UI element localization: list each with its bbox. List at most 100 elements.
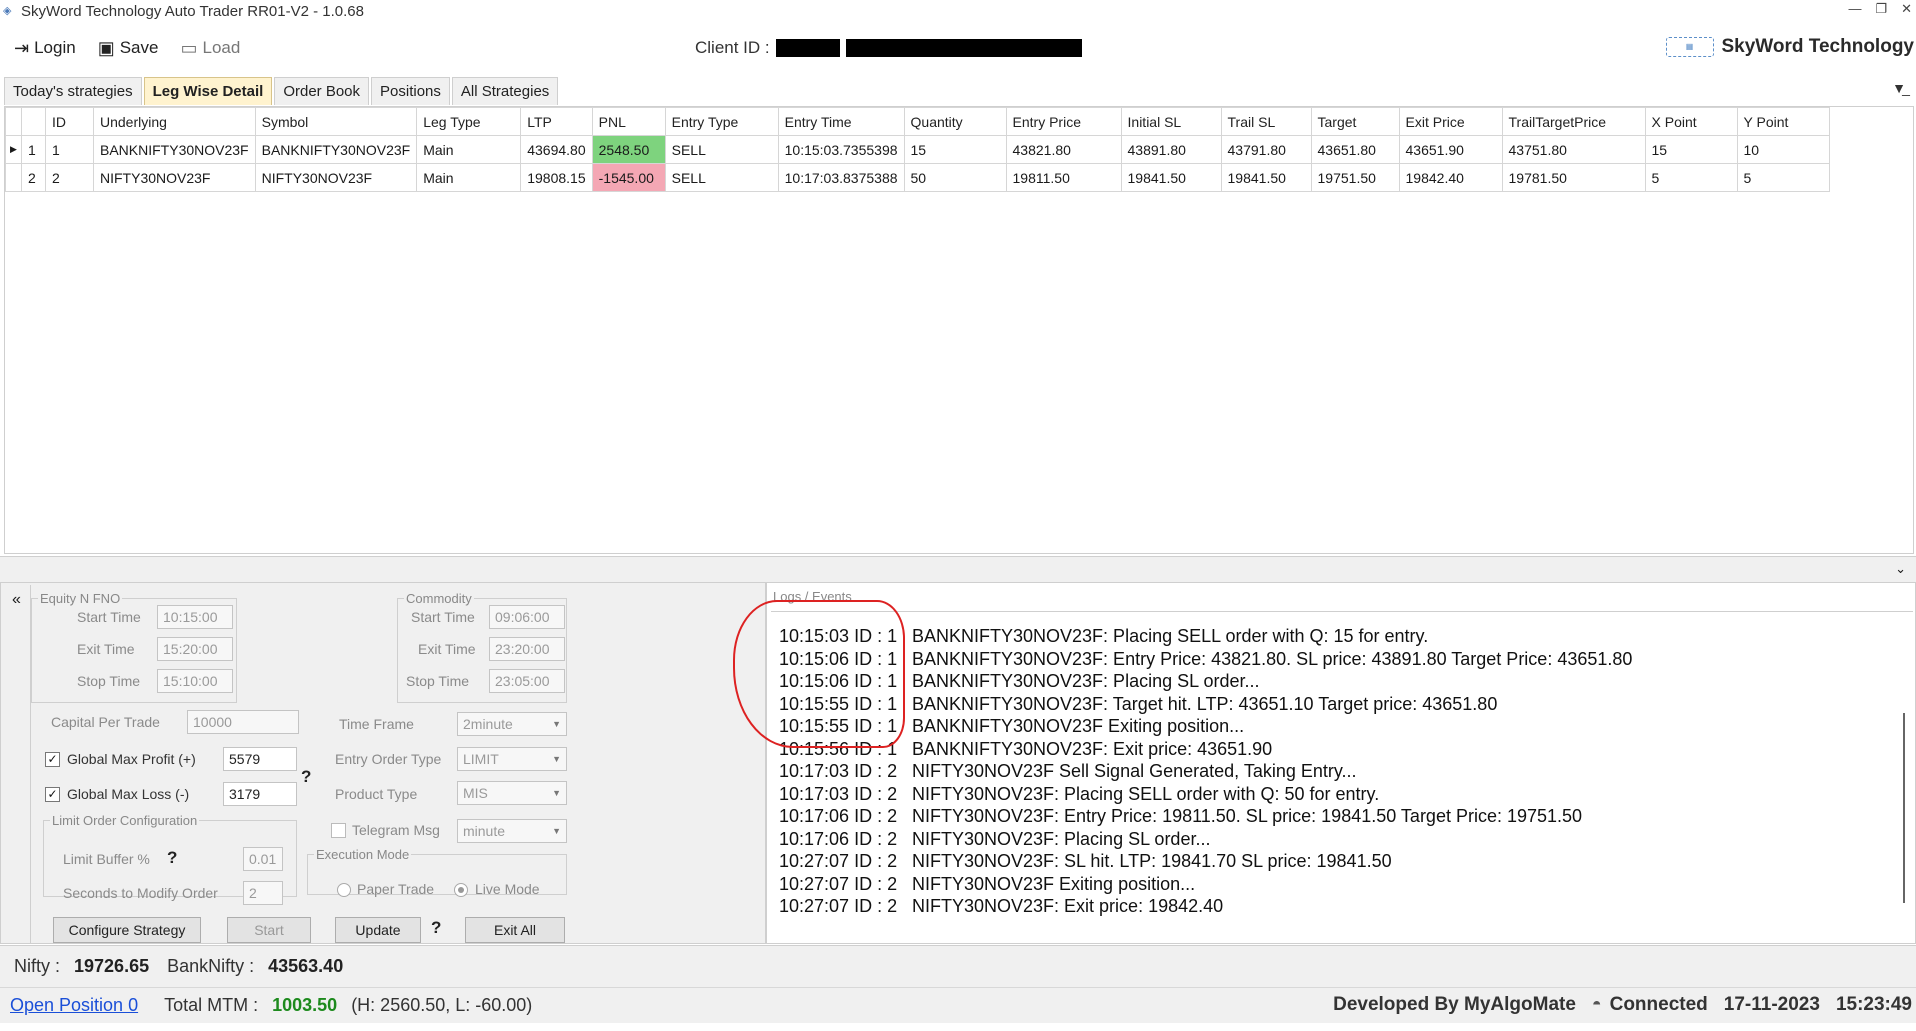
capital-per-trade-input[interactable]: 10000 [187,710,299,734]
table-row[interactable]: 2 2 NIFTY30NOV23F NIFTY30NOV23F Main 198… [5,163,1830,192]
tab-order-book[interactable]: Order Book [274,77,370,105]
cell-trail-sl[interactable]: 43791.80 [1220,135,1312,164]
column-header[interactable]: Trail SL [1220,107,1312,136]
panel-splitter[interactable]: ⌄ [0,556,1916,582]
cell-target[interactable]: 19751.50 [1310,163,1400,192]
column-header[interactable]: LTP [520,107,593,136]
cell-leg-type[interactable]: Main [416,135,522,164]
cell-trail-target-price[interactable]: 43751.80 [1501,135,1646,164]
equity-stop-time-input[interactable]: 15:10:00 [157,669,233,693]
column-header[interactable]: Target [1310,107,1400,136]
column-header[interactable]: Entry Type [664,107,779,136]
tab-leg-wise-detail[interactable]: Leg Wise Detail [143,77,273,105]
column-header[interactable]: X Point [1644,107,1738,136]
configure-strategy-button[interactable]: Configure Strategy [53,917,201,943]
help-icon[interactable]: ? [167,848,177,868]
cell-exit-price[interactable]: 43651.90 [1398,135,1503,164]
cell-initial-sl[interactable]: 19841.50 [1120,163,1222,192]
product-type-dropdown[interactable]: MIS ▼ [457,781,567,805]
max-loss-input[interactable]: 3179 [223,782,297,806]
cell-exit-price[interactable]: 19842.40 [1398,163,1503,192]
help-icon[interactable]: ? [301,767,311,787]
cell-trail-sl[interactable]: 19841.50 [1220,163,1312,192]
max-profit-input[interactable]: 5579 [223,747,297,771]
cell-pnl[interactable]: 2548.50 [591,135,666,164]
cell-quantity[interactable]: 50 [903,163,1007,192]
cell-ltp[interactable]: 43694.80 [520,135,593,164]
collapse-panel-icon[interactable]: « [3,585,31,943]
load-button[interactable]: ▭ Load [180,38,240,59]
minimize-icon[interactable]: — [1848,1,1861,17]
save-button[interactable]: ▣ Save [98,38,159,59]
cell-entry-time[interactable]: 10:17:03.8375388 [777,163,905,192]
cell-trail-target-price[interactable]: 19781.50 [1501,163,1646,192]
entry-order-type-dropdown[interactable]: LIMIT ▼ [457,747,567,771]
cell-quantity[interactable]: 15 [903,135,1007,164]
cell-symbol[interactable]: BANKNIFTY30NOV23F [254,135,418,164]
cell-y-point[interactable]: 5 [1736,163,1830,192]
table-header-row: ID Underlying Symbol Leg Type LTP PNL En… [5,107,1830,136]
cell-entry-price[interactable]: 19811.50 [1005,163,1122,192]
equity-start-time-input[interactable]: 10:15:00 [157,605,233,629]
max-profit-checkbox[interactable]: ✓ [45,752,60,767]
cell-entry-price[interactable]: 43821.80 [1005,135,1122,164]
telegram-msg-checkbox[interactable] [331,823,346,838]
live-mode-radio[interactable] [454,883,468,897]
cell-pnl[interactable]: -1545.00 [591,163,666,192]
tab-all-strategies[interactable]: All Strategies [451,77,559,105]
commodity-stop-time-input[interactable]: 23:05:00 [489,669,565,693]
column-header[interactable]: Exit Price [1398,107,1503,136]
chevron-down-icon[interactable]: ⌄ [1895,561,1906,577]
column-header[interactable]: Initial SL [1120,107,1222,136]
column-header[interactable]: PNL [591,107,666,136]
limit-buffer-input[interactable]: 0.01 [243,847,283,871]
commodity-start-time-input[interactable]: 09:06:00 [489,605,565,629]
column-header[interactable]: Entry Price [1005,107,1122,136]
cell-leg-type[interactable]: Main [416,163,522,192]
commodity-exit-time-input[interactable]: 23:20:00 [489,637,565,661]
cell-x-point[interactable]: 5 [1644,163,1738,192]
cell-symbol[interactable]: NIFTY30NOV23F [254,163,418,192]
cell-entry-type[interactable]: SELL [664,135,779,164]
open-position-link[interactable]: Open Position 0 [10,995,138,1016]
cell-y-point[interactable]: 10 [1736,135,1830,164]
equity-exit-time-input[interactable]: 15:20:00 [157,637,233,661]
tab-overflow-icon[interactable]: ▼̲ [1892,80,1906,96]
restore-icon[interactable]: ❐ [1875,1,1887,17]
tab-todays-strategies[interactable]: Today's strategies [4,77,142,105]
update-button[interactable]: Update [335,917,421,943]
column-header[interactable]: TrailTargetPrice [1501,107,1646,136]
column-header[interactable]: Leg Type [416,107,522,136]
cell-id[interactable]: 2 [45,163,94,192]
logs-list[interactable]: 10:15:03 ID : 1 BANKNIFTY30NOV23F: Placin… [771,611,1913,939]
column-header[interactable]: ID [45,107,94,136]
column-header[interactable]: Symbol [254,107,418,136]
cell-underlying[interactable]: BANKNIFTY30NOV23F [93,135,256,164]
cell-entry-type[interactable]: SELL [664,163,779,192]
column-header[interactable]: Y Point [1736,107,1830,136]
cell-x-point[interactable]: 15 [1644,135,1738,164]
help-icon[interactable]: ? [431,918,441,938]
login-button[interactable]: ⇥ Login [14,38,76,59]
telegram-unit-dropdown[interactable]: minute ▼ [457,819,567,843]
table-row[interactable]: ▶ 1 1 BANKNIFTY30NOV23F BANKNIFTY30NOV23… [5,135,1830,164]
close-icon[interactable]: ✕ [1901,1,1912,17]
logs-scrollbar[interactable] [1903,713,1905,903]
cell-ltp[interactable]: 19808.15 [520,163,593,192]
cell-underlying[interactable]: NIFTY30NOV23F [93,163,256,192]
cell-target[interactable]: 43651.80 [1310,135,1400,164]
cell-initial-sl[interactable]: 43891.80 [1120,135,1222,164]
paper-trade-radio[interactable] [337,883,351,897]
column-header[interactable]: Quantity [903,107,1007,136]
exit-all-button[interactable]: Exit All [465,917,565,943]
column-header[interactable]: Underlying [93,107,256,136]
cell-entry-time[interactable]: 10:15:03.7355398 [777,135,905,164]
time-frame-dropdown[interactable]: 2minute ▼ [457,712,567,736]
column-header[interactable]: Entry Time [777,107,905,136]
start-button[interactable]: Start [227,917,311,943]
log-message: BANKNIFTY30NOV23F: Placing SELL order wi… [912,626,1429,646]
tab-positions[interactable]: Positions [371,77,450,105]
cell-id[interactable]: 1 [45,135,94,164]
seconds-modify-input[interactable]: 2 [243,881,283,905]
max-loss-checkbox[interactable]: ✓ [45,787,60,802]
